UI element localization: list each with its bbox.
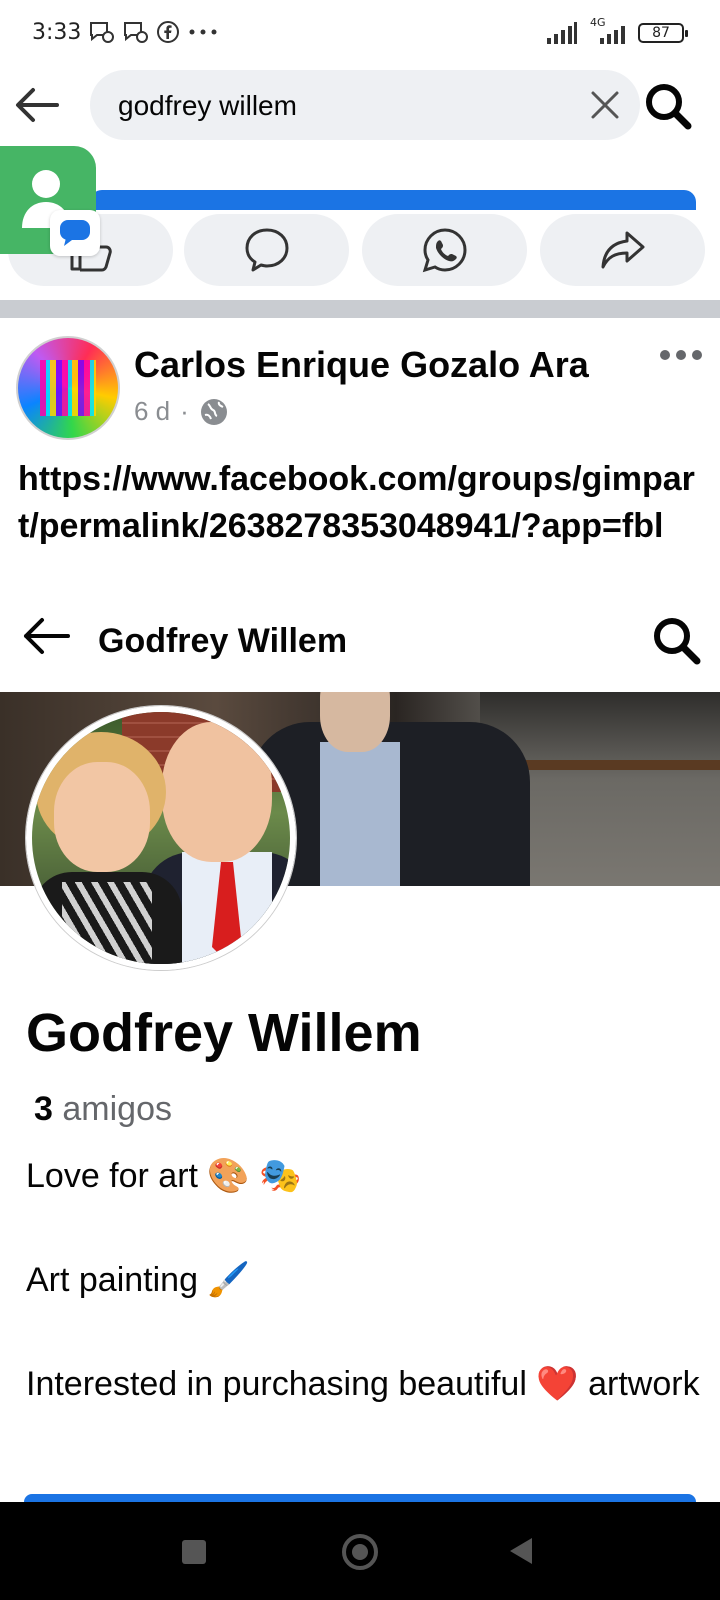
floating-chat-head[interactable]: [0, 146, 100, 256]
post-meta: 6 d ·: [134, 396, 229, 427]
recent-apps-button[interactable]: [182, 1540, 206, 1564]
search-query: godfrey willem: [118, 90, 297, 121]
search-icon: [646, 84, 692, 130]
post-actions: [0, 214, 720, 286]
status-time: 3:33: [32, 20, 82, 45]
friends-count[interactable]: 3 amigos: [34, 1090, 172, 1129]
author-avatar[interactable]: [16, 336, 120, 440]
post-more-button[interactable]: [660, 350, 702, 360]
message-icon: [60, 220, 90, 246]
profile-header-title: Godfrey Willem: [98, 622, 348, 660]
photo-collar: [62, 882, 152, 964]
whatsapp-icon: [422, 228, 467, 273]
system-icons: 4G 87: [546, 16, 688, 44]
comment-icon: [245, 228, 288, 272]
meta-separator: ·: [180, 396, 189, 426]
result-action-button[interactable]: [90, 190, 696, 210]
embedded-profile-header: Godfrey Willem: [0, 600, 720, 680]
profile-back-button[interactable]: [22, 616, 70, 661]
search-input[interactable]: godfrey willem: [90, 70, 640, 140]
arrow-left-icon: [24, 618, 70, 654]
system-back-button[interactable]: [510, 1538, 532, 1564]
cover-shirt: [320, 742, 400, 886]
friends-number: 3: [34, 1090, 53, 1128]
chat-notification-icon: [124, 22, 148, 43]
status-bar: 3:33 4G 87: [0, 0, 720, 66]
facebook-notification-icon: [157, 21, 179, 43]
profile-search-button[interactable]: [650, 614, 702, 671]
signal-4g-icon: 4G: [588, 16, 628, 44]
share-button[interactable]: [540, 214, 705, 286]
dot-icon: [692, 350, 702, 360]
comment-button[interactable]: [184, 214, 349, 286]
post-link-text[interactable]: https://www.facebook.com/groups/gimpart/…: [18, 456, 708, 550]
notification-icons: [88, 20, 218, 44]
post-header: Carlos Enrique Gozalo Ara 6 d ·: [0, 330, 720, 440]
friends-label: amigos: [62, 1090, 172, 1128]
section-divider: [0, 300, 720, 318]
system-navigation-bar: [0, 1502, 720, 1600]
clear-search-button[interactable]: [584, 84, 626, 126]
photo-man-face: [162, 722, 272, 862]
home-button[interactable]: [342, 1534, 378, 1570]
battery-indicator: 87: [638, 23, 688, 43]
profile-bio: Love for art 🎨 🎭 Art painting 🖌️ Interes…: [26, 1150, 706, 1410]
dot-icon: [676, 350, 686, 360]
cover-head: [320, 692, 390, 752]
profile-picture[interactable]: [26, 706, 296, 970]
search-icon: [654, 618, 701, 665]
search-bar-row: godfrey willem: [0, 66, 720, 146]
post-time: 6 d: [134, 396, 171, 426]
chat-notification-icon: [90, 22, 114, 43]
whatsapp-share-button[interactable]: [362, 214, 527, 286]
more-notifications-icon: [189, 29, 217, 35]
close-icon: [591, 91, 619, 119]
profile-name: Godfrey Willem: [26, 1003, 422, 1063]
dot-icon: [660, 350, 670, 360]
share-icon: [601, 231, 644, 269]
bio-line: Interested in purchasing beautiful ❤️ ar…: [26, 1365, 700, 1403]
post-author-name[interactable]: Carlos Enrique Gozalo Ara: [134, 344, 589, 386]
message-bubble-badge: [50, 210, 100, 256]
bio-line: Art painting 🖌️: [26, 1261, 250, 1299]
bio-line: Love for art 🎨 🎭: [26, 1157, 302, 1195]
globe-icon: [200, 398, 227, 425]
back-button[interactable]: [12, 80, 62, 130]
arrow-left-icon: [16, 88, 59, 122]
signal-icon: [547, 22, 577, 44]
photo-woman-face: [54, 762, 150, 872]
search-button[interactable]: [638, 76, 698, 136]
